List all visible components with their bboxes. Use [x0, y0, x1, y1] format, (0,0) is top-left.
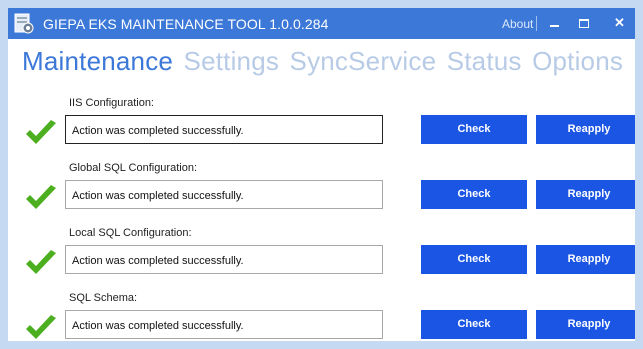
minimize-button[interactable]	[539, 8, 569, 39]
success-check-icon	[26, 185, 56, 209]
check-button[interactable]: Check	[421, 245, 527, 274]
status-field[interactable]: Action was completed successfully.	[65, 115, 383, 144]
status-field[interactable]: Action was completed successfully.	[65, 245, 383, 274]
check-button[interactable]: Check	[421, 115, 527, 144]
check-button[interactable]: Check	[421, 310, 527, 339]
section-label: IIS Configuration:	[69, 97, 154, 109]
tab-bar: Maintenance Settings SyncService Status …	[22, 46, 629, 80]
maximize-icon	[579, 19, 589, 28]
section-local-sql-configuration: Local SQL Configuration: Action was comp…	[8, 227, 635, 291]
success-check-icon	[26, 315, 56, 339]
maximize-button[interactable]	[569, 8, 599, 39]
tab-status[interactable]: Status	[447, 46, 522, 77]
about-link[interactable]: About	[502, 17, 533, 31]
tab-maintenance[interactable]: Maintenance	[22, 46, 173, 77]
title-bar: GIEPA EKS MAINTENANCE TOOL 1.0.0.284 Abo…	[8, 8, 635, 39]
check-button[interactable]: Check	[421, 180, 527, 209]
close-icon: ✕	[614, 15, 625, 30]
reapply-button[interactable]: Reapply	[536, 245, 635, 274]
title-separator	[536, 16, 537, 31]
section-global-sql-configuration: Global SQL Configuration: Action was com…	[8, 162, 635, 226]
section-label: Local SQL Configuration:	[69, 227, 192, 239]
reapply-button[interactable]: Reapply	[536, 115, 635, 144]
app-icon	[14, 13, 34, 34]
tab-settings[interactable]: Settings	[184, 46, 280, 77]
minimize-icon	[550, 25, 559, 27]
reapply-button[interactable]: Reapply	[536, 310, 635, 339]
section-label: Global SQL Configuration:	[69, 162, 197, 174]
window-title: GIEPA EKS MAINTENANCE TOOL 1.0.0.284	[43, 16, 329, 32]
reapply-button[interactable]: Reapply	[536, 180, 635, 209]
tab-options[interactable]: Options	[532, 46, 623, 77]
status-field[interactable]: Action was completed successfully.	[65, 180, 383, 209]
success-check-icon	[26, 120, 56, 144]
section-label: SQL Schema:	[69, 292, 138, 304]
app-window: GIEPA EKS MAINTENANCE TOOL 1.0.0.284 Abo…	[8, 8, 635, 341]
close-button[interactable]: ✕	[603, 8, 633, 39]
section-sql-schema: SQL Schema: Action was completed success…	[8, 292, 635, 341]
tab-syncservice[interactable]: SyncService	[290, 46, 437, 77]
success-check-icon	[26, 250, 56, 274]
section-iis-configuration: IIS Configuration: Action was completed …	[8, 97, 635, 161]
status-field[interactable]: Action was completed successfully.	[65, 310, 383, 339]
